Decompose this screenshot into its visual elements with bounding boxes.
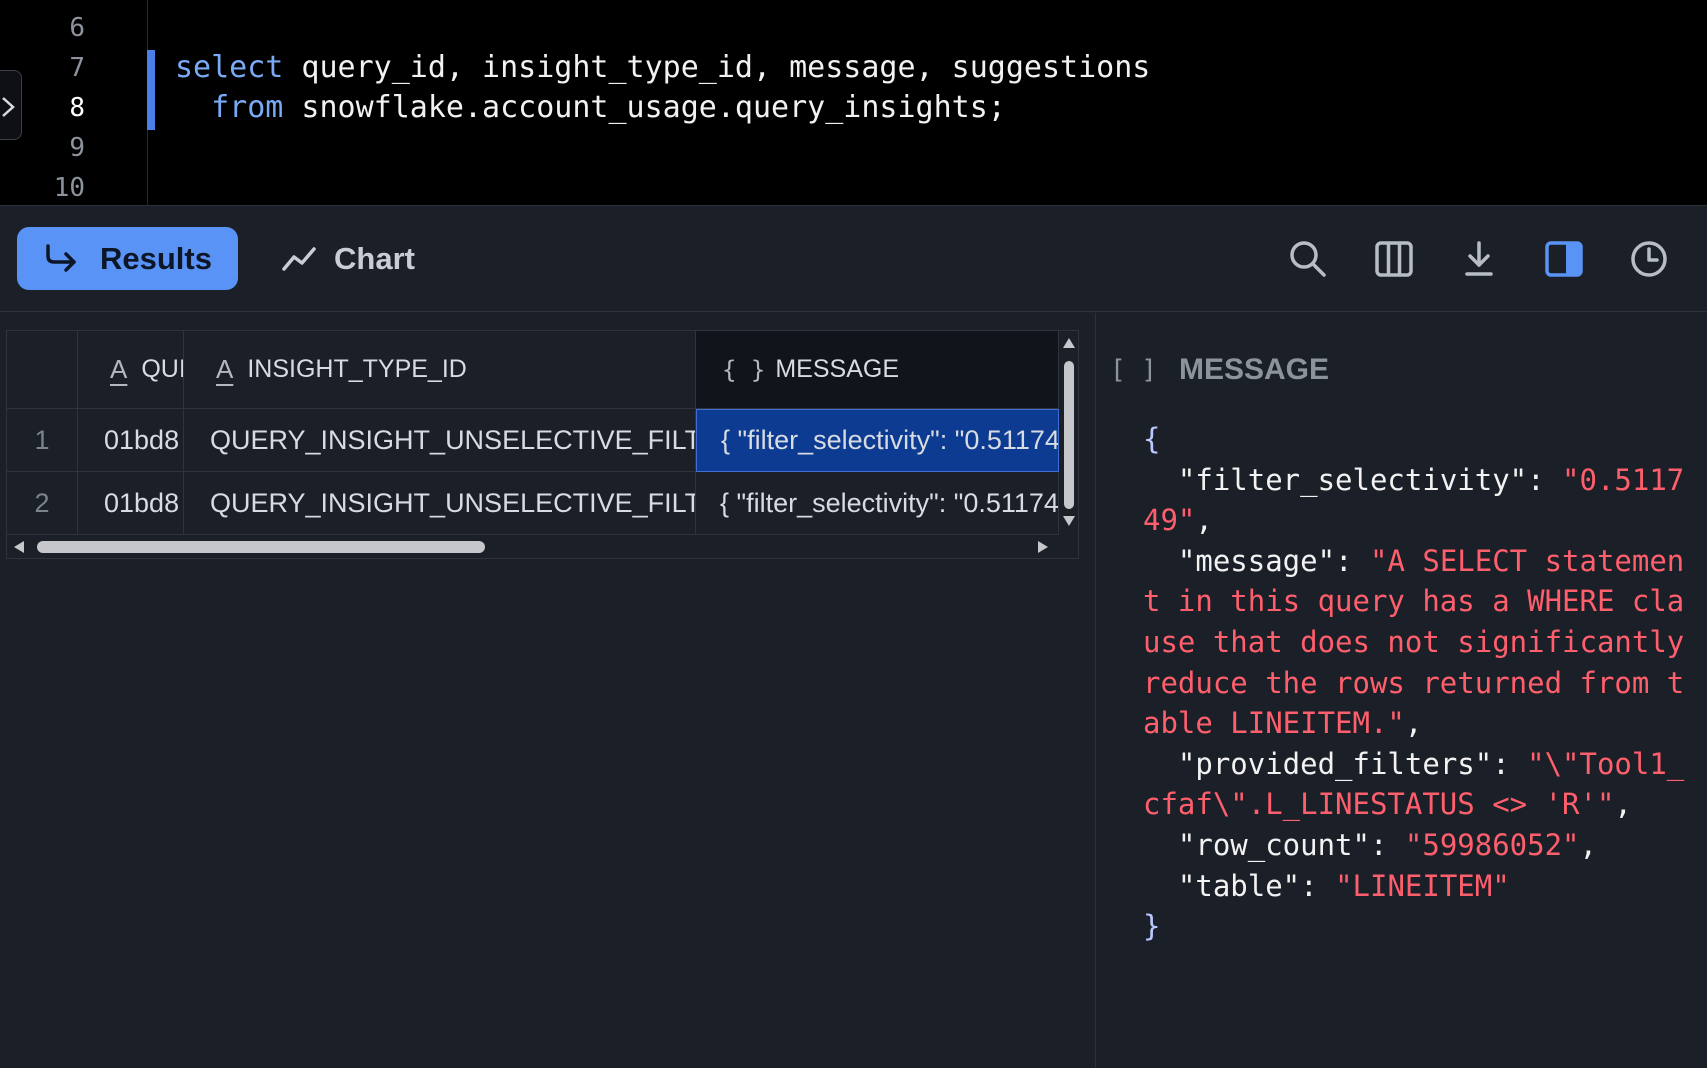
cell-details-panel: [ ] MESSAGE { "filter_selectivity": "0.5… xyxy=(1095,313,1707,1068)
json-brace: { xyxy=(1143,422,1161,456)
line-number: 10 xyxy=(53,173,85,203)
row-number-header xyxy=(7,331,78,409)
line-number: 9 xyxy=(69,133,85,163)
row-number: 2 xyxy=(7,472,78,535)
search-button[interactable] xyxy=(1286,237,1330,281)
tab-chart-label: Chart xyxy=(334,240,415,276)
download-button[interactable] xyxy=(1457,237,1501,281)
return-arrow-icon xyxy=(46,243,76,272)
json-value: "LINEITEM" xyxy=(1335,868,1510,903)
toggle-details-panel-button[interactable] xyxy=(1542,237,1586,281)
vertical-scrollbar[interactable] xyxy=(1059,331,1079,531)
details-panel-header: [ ] MESSAGE xyxy=(1110,353,1329,387)
scroll-right-arrow-icon[interactable] xyxy=(1037,540,1049,554)
code-line[interactable]: select query_id, insight_type_id, messag… xyxy=(175,48,1150,88)
scroll-down-arrow-icon[interactable] xyxy=(1062,515,1076,527)
column-header-insight-type-id[interactable]: A INSIGHT_TYPE_ID xyxy=(184,331,696,409)
json-comma: , xyxy=(1579,827,1597,862)
table-cell[interactable]: 01bd8 xyxy=(78,409,184,472)
line-number: 6 xyxy=(69,13,85,43)
history-icon xyxy=(1631,241,1667,277)
column-header-query-id[interactable]: A QUI xyxy=(78,331,184,409)
sql-keyword: select xyxy=(175,50,284,85)
object-type-icon: { } xyxy=(722,355,766,384)
row-number: 1 xyxy=(7,409,78,472)
json-viewer[interactable]: { "filter_selectivity": "0.511749", "mes… xyxy=(1143,419,1693,947)
results-grid[interactable]: A QUI A INSIGHT_TYPE_ID { } MESSAGE 1 01… xyxy=(6,330,1079,559)
column-header-label: INSIGHT_TYPE_ID xyxy=(247,355,467,383)
json-key: "table": xyxy=(1143,868,1336,903)
json-key: "provided_filters": xyxy=(1143,746,1528,781)
line-number-gutter: 6 7 8 9 10 xyxy=(0,0,148,206)
horizontal-scrollbar[interactable] xyxy=(7,533,1059,559)
sql-editor[interactable]: 6 7 8 9 10 select query_id, insight_type… xyxy=(0,0,1707,206)
sql-text: snowflake.account_usage.query_insights; xyxy=(283,90,1006,125)
json-comma: , xyxy=(1195,503,1213,538)
table-cell[interactable]: { "filter_selectivity": "0.511749" xyxy=(696,472,1059,535)
line-number: 7 xyxy=(69,53,85,83)
column-header-label: QUI xyxy=(141,355,184,383)
details-panel-title: MESSAGE xyxy=(1178,353,1329,386)
scroll-up-arrow-icon[interactable] xyxy=(1062,337,1076,349)
json-comma: , xyxy=(1614,787,1632,822)
text-type-icon: A xyxy=(216,354,234,384)
sql-keyword: from xyxy=(211,90,284,125)
code-line[interactable]: from snowflake.account_usage.query_insig… xyxy=(175,88,1006,128)
json-brace: } xyxy=(1143,909,1161,944)
chevron-right-icon xyxy=(2,97,15,117)
columns-icon xyxy=(1375,241,1413,277)
results-toolbar: Results Chart xyxy=(0,207,1707,312)
history-button[interactable] xyxy=(1627,237,1671,281)
download-icon xyxy=(1465,241,1493,276)
sql-text: query_id, insight_type_id, message, sugg… xyxy=(283,50,1151,85)
column-header-label: MESSAGE xyxy=(775,355,900,383)
tab-results-label: Results xyxy=(100,240,212,276)
tab-chart[interactable]: Chart xyxy=(282,227,415,290)
split-panel-icon xyxy=(1545,241,1583,277)
active-statement-marker xyxy=(147,50,155,130)
json-key: "row_count": xyxy=(1143,827,1405,862)
vertical-scroll-thumb[interactable] xyxy=(1064,361,1074,509)
horizontal-scroll-thumb[interactable] xyxy=(37,541,485,553)
json-key: "filter_selectivity": xyxy=(1143,462,1563,497)
line-chart-icon xyxy=(282,246,316,271)
expand-sidebar-button[interactable] xyxy=(0,70,22,140)
json-value: "59986052" xyxy=(1404,827,1580,862)
search-icon xyxy=(1290,241,1326,277)
text-type-icon: A xyxy=(110,354,128,384)
json-key: "message": xyxy=(1143,543,1370,578)
table-cell[interactable]: 01bd8 xyxy=(78,472,184,535)
json-comma: , xyxy=(1404,706,1423,741)
table-cell-selected[interactable]: { "filter_selectivity": "0.511749" xyxy=(696,409,1059,472)
columns-button[interactable] xyxy=(1372,237,1416,281)
array-type-icon: [ ] xyxy=(1110,355,1157,385)
tab-results[interactable]: Results xyxy=(17,227,238,290)
column-header-message[interactable]: { } MESSAGE xyxy=(696,331,1059,409)
table-cell[interactable]: QUERY_INSIGHT_UNSELECTIVE_FILTER xyxy=(184,472,696,535)
line-number-active: 8 xyxy=(69,93,85,123)
scroll-left-arrow-icon[interactable] xyxy=(13,540,25,554)
table-cell[interactable]: QUERY_INSIGHT_UNSELECTIVE_FILTER xyxy=(184,409,696,472)
